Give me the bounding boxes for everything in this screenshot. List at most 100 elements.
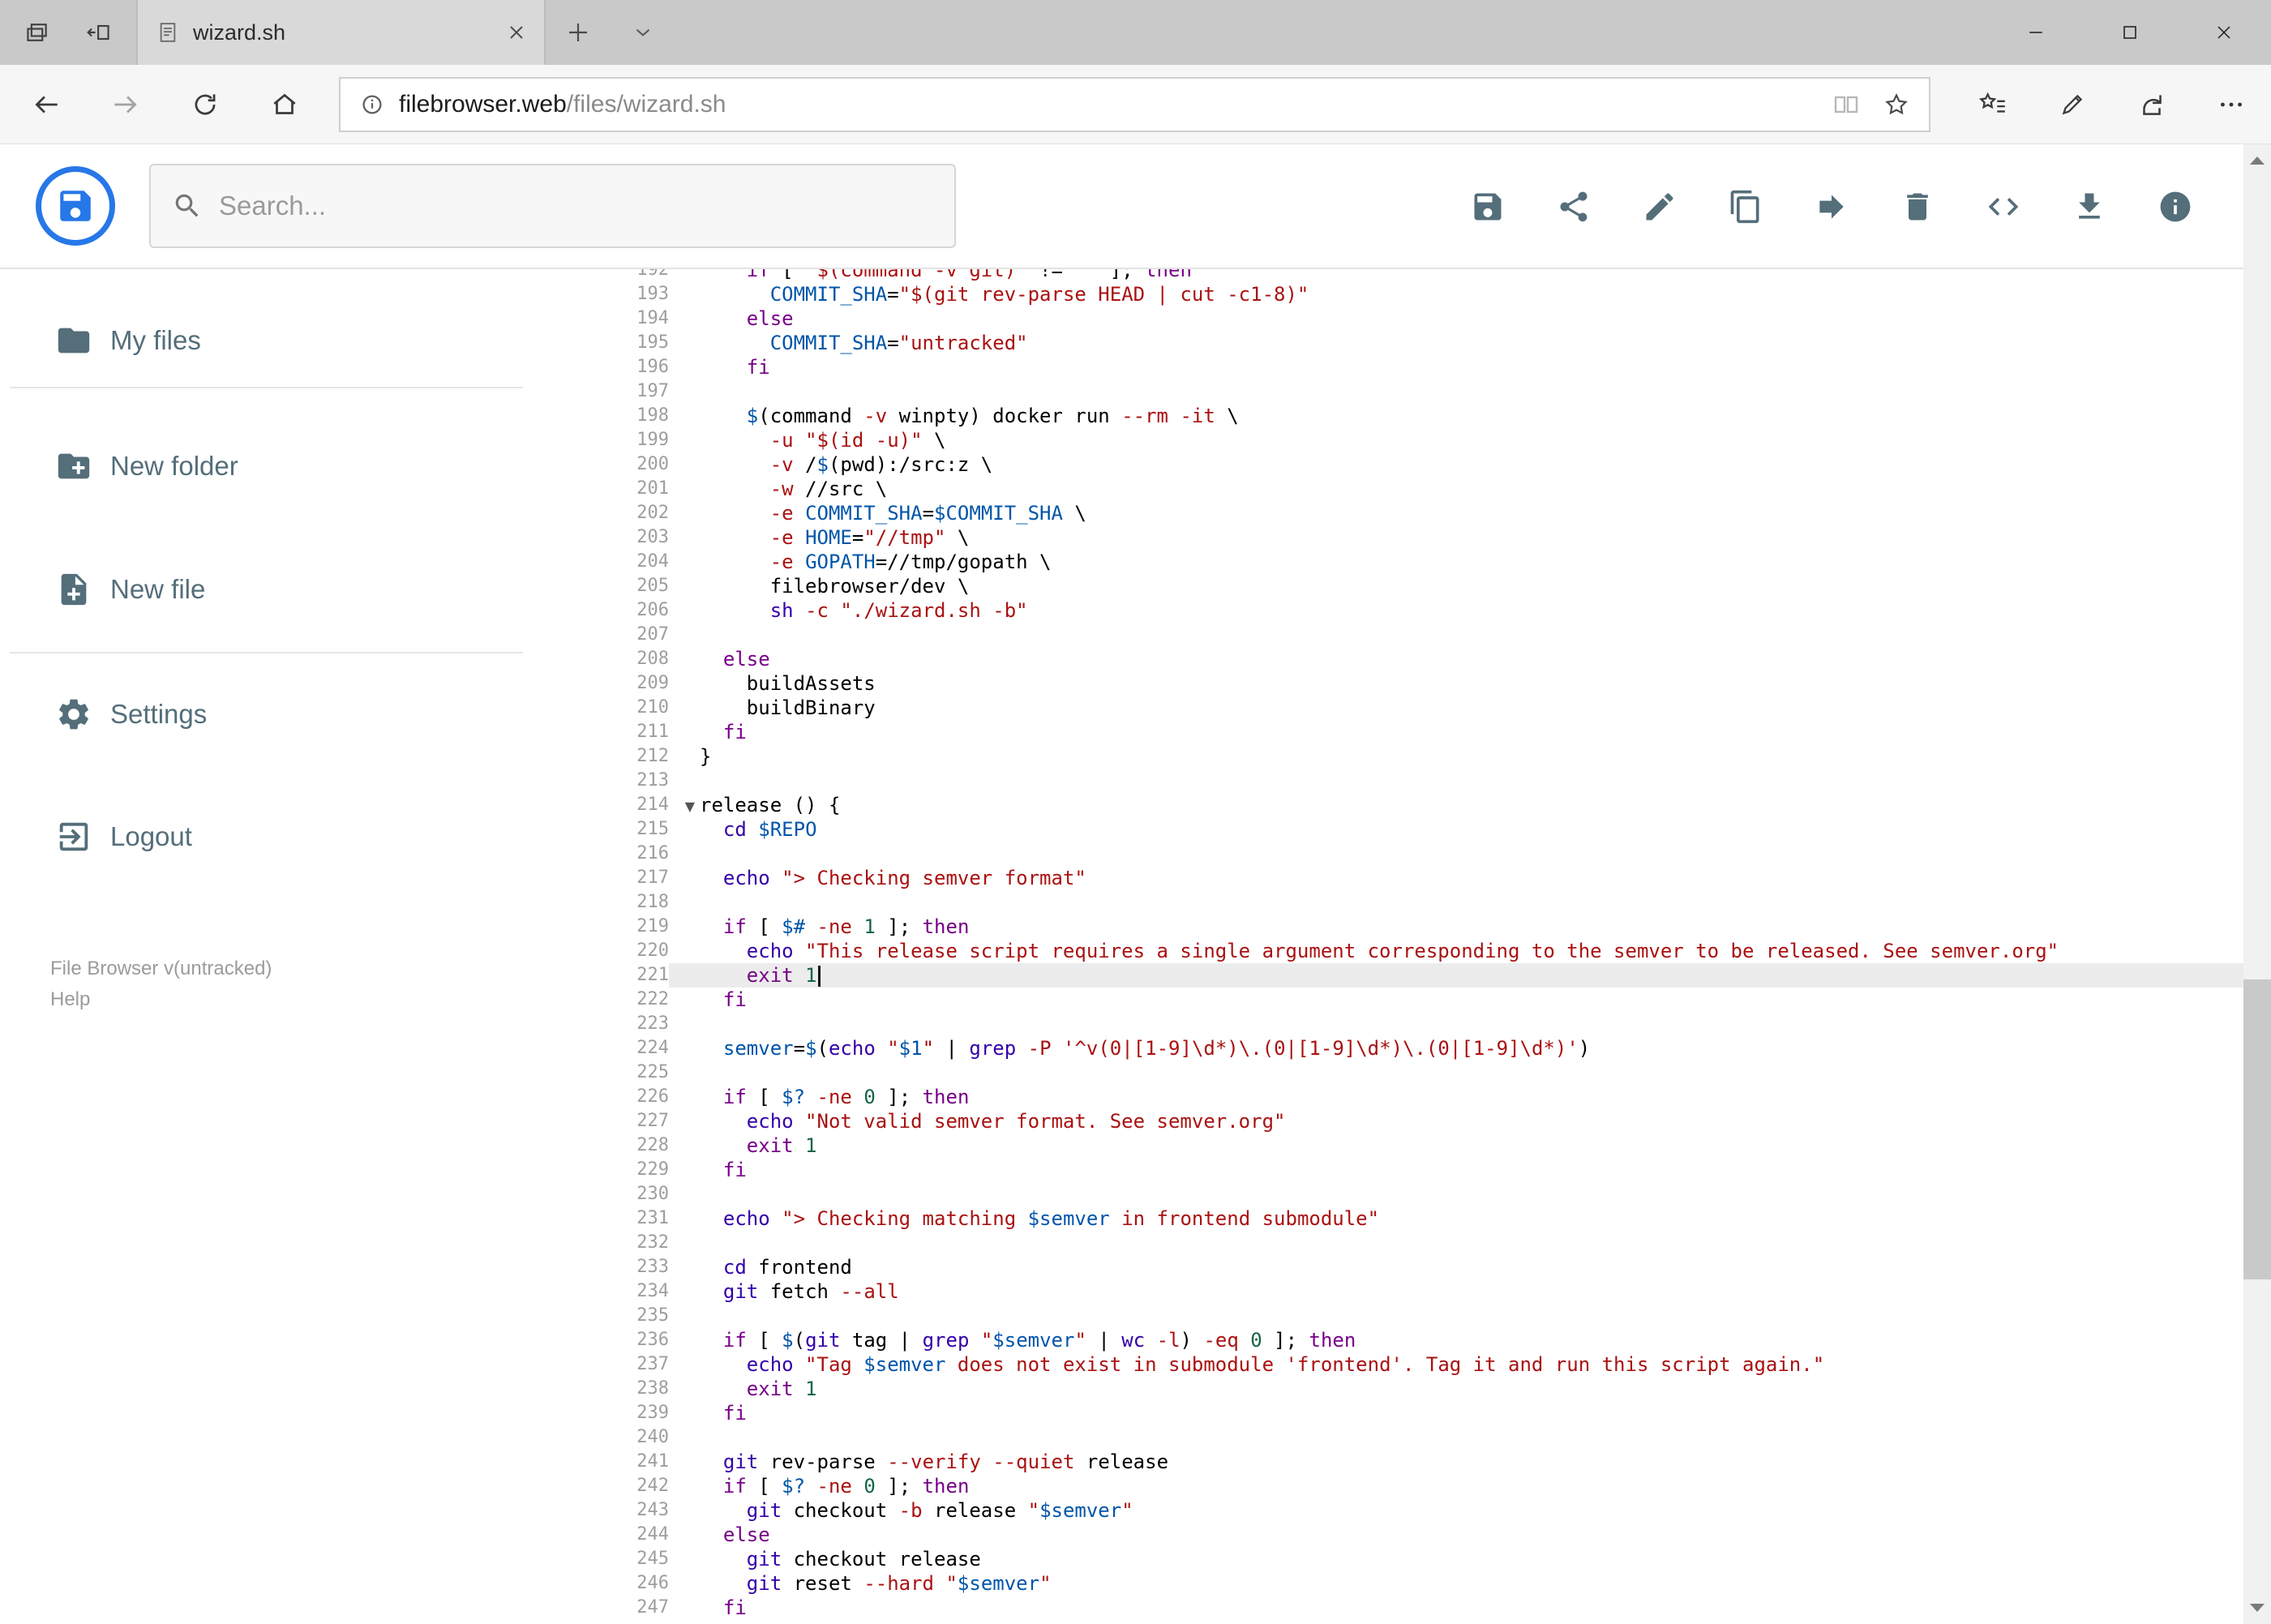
code-line[interactable]: 195 COMMIT_SHA="untracked" [580, 331, 2271, 355]
code-line[interactable]: 225 [580, 1061, 2271, 1085]
rename-button[interactable] [1642, 189, 1678, 225]
help-link[interactable]: Help [50, 984, 580, 1015]
code-line[interactable]: 192 if [ "$(command -v git)" != "" ]; th… [580, 269, 2271, 282]
code-line[interactable]: 229 fi [580, 1158, 2271, 1182]
code-line[interactable]: 209 buildAssets [580, 671, 2271, 696]
code-line[interactable]: 204 -e GOPATH=//tmp/gopath \ [580, 550, 2271, 574]
code-line[interactable]: 238 exit 1 [580, 1377, 2271, 1401]
code-line[interactable]: 246 git reset --hard "$semver" [580, 1571, 2271, 1596]
sidebar-item-new-folder[interactable]: New folder [0, 422, 580, 511]
web-note-pen-icon[interactable] [2033, 65, 2112, 144]
code-line[interactable]: 200 -v /$(pwd):/src:z \ [580, 452, 2271, 477]
code-line[interactable]: 194 else [580, 306, 2271, 331]
code-line[interactable]: 223 [580, 1012, 2271, 1036]
sidebar-item-settings[interactable]: Settings [0, 670, 580, 759]
code-line[interactable]: 243 git checkout -b release "$semver" [580, 1498, 2271, 1523]
code-line[interactable]: 232 [580, 1231, 2271, 1255]
forward-icon[interactable] [86, 65, 165, 144]
tabs-set-aside-icon[interactable] [24, 19, 50, 45]
code-line[interactable]: 247 fi [580, 1596, 2271, 1620]
page-scrollbar[interactable] [2243, 144, 2271, 1624]
copy-button[interactable] [1728, 189, 1763, 225]
filebrowser-logo[interactable] [36, 166, 115, 246]
code-line[interactable]: 218 [580, 890, 2271, 915]
code-line[interactable]: 203 -e HOME="//tmp" \ [580, 525, 2271, 550]
code-line[interactable]: 222 fi [580, 988, 2271, 1012]
code-line[interactable]: 199 -u "$(id -u)" \ [580, 428, 2271, 452]
back-icon[interactable] [6, 65, 86, 144]
share-icon[interactable] [2112, 65, 2192, 144]
code-line[interactable]: 228 exit 1 [580, 1133, 2271, 1158]
code-line[interactable]: 233 cd frontend [580, 1255, 2271, 1279]
sidebar-item-my-files[interactable]: My files [0, 296, 580, 385]
new-tab-button[interactable] [546, 0, 611, 65]
move-button[interactable] [1814, 189, 1849, 225]
code-line[interactable]: 245 git checkout release [580, 1547, 2271, 1571]
sidebar-item-new-file[interactable]: New file [0, 545, 580, 634]
refresh-icon[interactable] [165, 65, 245, 144]
code-line[interactable]: 197 [580, 379, 2271, 404]
save-button[interactable] [1470, 189, 1506, 225]
fold-marker-icon[interactable]: ▼ [685, 795, 695, 819]
code-line[interactable]: 235 [580, 1304, 2271, 1328]
code-line[interactable]: 198 $(command -v winpty) docker run --rm… [580, 404, 2271, 428]
code-line[interactable]: 196 fi [580, 355, 2271, 379]
reading-view-icon[interactable] [1832, 90, 1861, 119]
code-line[interactable]: 210 buildBinary [580, 696, 2271, 720]
code-line[interactable]: 214 ▼ release () { [580, 793, 2271, 817]
browser-tab[interactable]: wizard.sh [136, 0, 546, 65]
scrollbar-thumb[interactable] [2243, 979, 2271, 1279]
home-icon[interactable] [245, 65, 324, 144]
code-line[interactable]: 242 if [ $? -ne 0 ]; then [580, 1474, 2271, 1498]
code-line[interactable]: 226 if [ $? -ne 0 ]; then [580, 1085, 2271, 1109]
code-line[interactable]: 219 if [ $# -ne 1 ]; then [580, 915, 2271, 939]
code-line[interactable]: 206 sh -c "./wizard.sh -b" [580, 598, 2271, 623]
search-input[interactable] [219, 191, 933, 221]
code-line[interactable]: 193 COMMIT_SHA="$(git rev-parse HEAD | c… [580, 282, 2271, 306]
code-line[interactable]: 205 filebrowser/dev \ [580, 574, 2271, 598]
download-button[interactable] [2072, 189, 2107, 225]
code-line[interactable]: 202 -e COMMIT_SHA=$COMMIT_SHA \ [580, 501, 2271, 525]
code-line[interactable]: 240 [580, 1425, 2271, 1450]
code-line[interactable]: 216 [580, 842, 2271, 866]
settings-and-more-icon[interactable] [2192, 65, 2271, 144]
code-line[interactable]: 231 echo "> Checking matching $semver in… [580, 1206, 2271, 1231]
code-line[interactable]: 213 [580, 769, 2271, 793]
info-button[interactable] [2157, 189, 2193, 225]
code-line[interactable]: 220 echo "This release script requires a… [580, 939, 2271, 963]
code-line[interactable]: 215 cd $REPO [580, 817, 2271, 842]
search-box[interactable] [149, 164, 956, 248]
code-line[interactable]: 221 exit 1 [580, 963, 2271, 988]
scroll-up-icon[interactable] [2243, 144, 2271, 177]
set-tabs-aside-icon[interactable] [86, 19, 112, 45]
raw-code-button[interactable] [1986, 189, 2021, 225]
code-line[interactable]: 244 else [580, 1523, 2271, 1547]
code-line[interactable]: 212} [580, 744, 2271, 769]
code-line[interactable]: 224 semver=$(echo "$1" | grep -P '^v(0|[… [580, 1036, 2271, 1061]
maximize-button[interactable] [2083, 0, 2177, 65]
tab-preview-chevron-icon[interactable] [611, 0, 675, 65]
code-line[interactable]: 239 fi [580, 1401, 2271, 1425]
code-line[interactable]: 236 if [ $(git tag | grep "$semver" | wc… [580, 1328, 2271, 1352]
code-line[interactable]: 211 fi [580, 720, 2271, 744]
hub-icon[interactable] [1953, 65, 2033, 144]
code-editor[interactable]: 192 if [ "$(command -v git)" != "" ]; th… [580, 269, 2271, 1624]
tab-close-icon[interactable] [507, 23, 526, 42]
close-window-button[interactable] [2177, 0, 2271, 65]
delete-button[interactable] [1900, 189, 1935, 225]
address-bar[interactable]: filebrowser.web/files/wizard.sh [339, 76, 1930, 132]
code-line[interactable]: 208 else [580, 647, 2271, 671]
code-line[interactable]: 207 [580, 623, 2271, 647]
scroll-down-icon[interactable] [2243, 1592, 2271, 1624]
code-line[interactable]: 201 -w //src \ [580, 477, 2271, 501]
page-info-icon[interactable] [358, 91, 386, 118]
code-line[interactable]: 241 git rev-parse --verify --quiet relea… [580, 1450, 2271, 1474]
code-line[interactable]: 227 echo "Not valid semver format. See s… [580, 1109, 2271, 1133]
minimize-button[interactable] [1989, 0, 2083, 65]
code-line[interactable]: 237 echo "Tag $semver does not exist in … [580, 1352, 2271, 1377]
code-line[interactable]: 230 [580, 1182, 2271, 1206]
favorite-star-icon[interactable] [1882, 90, 1911, 119]
sidebar-item-logout[interactable]: Logout [0, 792, 580, 881]
code-line[interactable]: 234 git fetch --all [580, 1279, 2271, 1304]
code-line[interactable]: 217 echo "> Checking semver format" [580, 866, 2271, 890]
